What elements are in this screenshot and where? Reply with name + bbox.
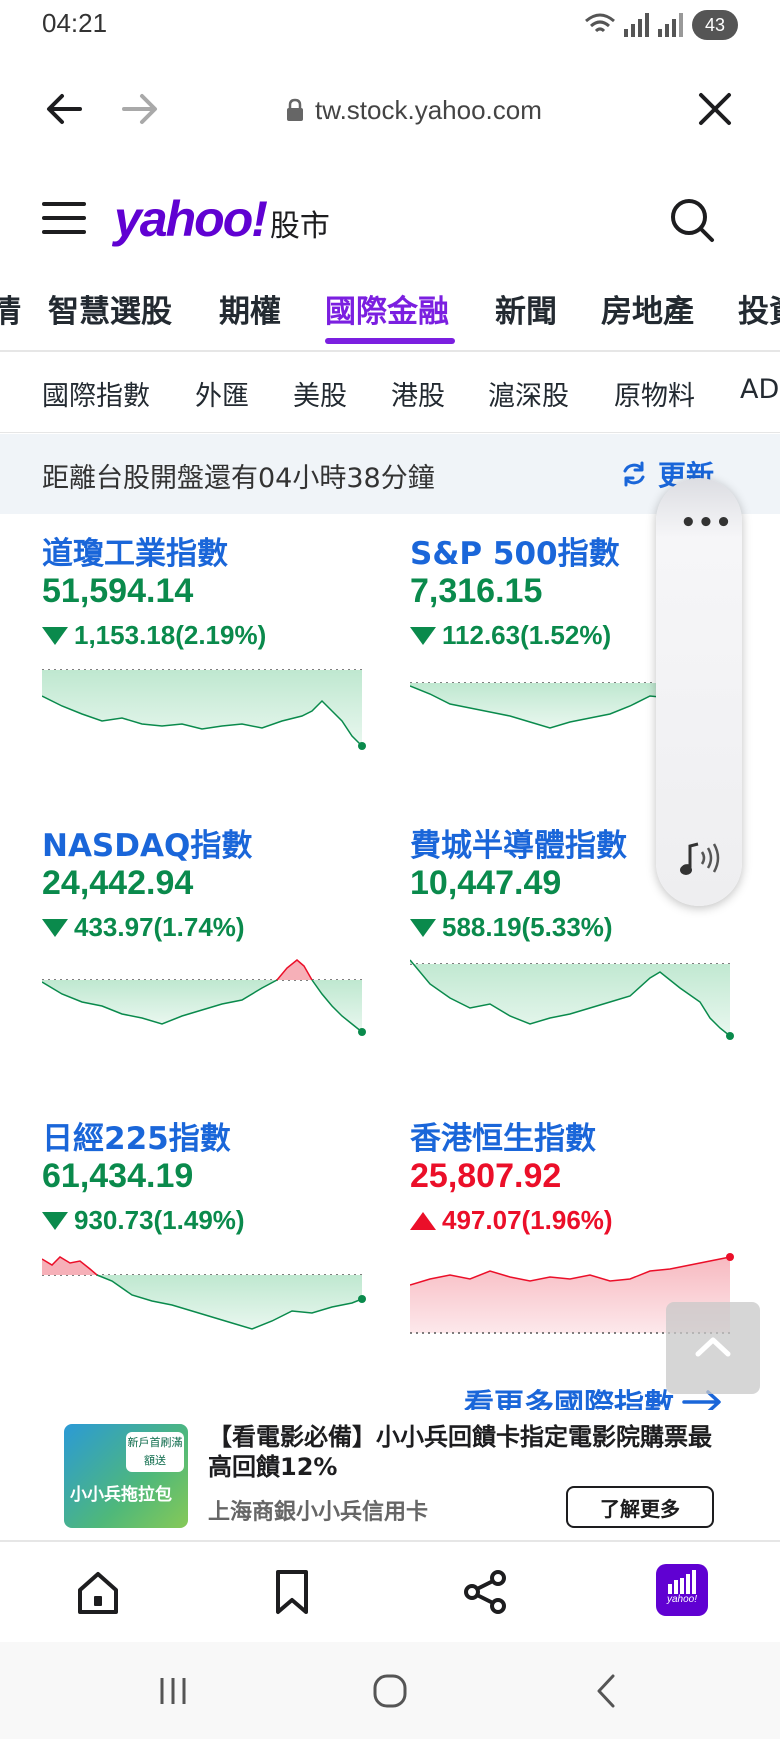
hamburger-icon[interactable] (42, 198, 86, 238)
close-icon[interactable] (690, 84, 740, 134)
tab-smart-picks[interactable]: 智慧選股 (48, 286, 172, 331)
tab-futures-options[interactable]: 期權 (219, 286, 281, 331)
index-name: 費城半導體指數 (410, 828, 627, 864)
search-icon[interactable] (668, 196, 716, 244)
subtab-intl-index[interactable]: 國際指數 (42, 374, 150, 413)
url-bar[interactable]: tw.stock.yahoo.com (285, 90, 542, 130)
index-change-text: 433.97(1.74%) (74, 912, 245, 942)
ad-learn-more-button[interactable]: 了解更多 (566, 1486, 714, 1528)
index-value: 61,434.19 (42, 1157, 194, 1195)
index-change: 1,153.18(2.19%) (42, 620, 266, 651)
index-change-text: 497.07(1.96%) (442, 1205, 613, 1235)
index-card-nikkei[interactable]: 日經225指數 61,434.19 930.73(1.49%) (42, 1113, 372, 1403)
sparkline-chart (42, 669, 366, 750)
down-triangle-icon (410, 626, 436, 645)
lock-icon (287, 98, 303, 121)
index-name: 道瓊工業指數 (42, 536, 228, 572)
bookmark-icon[interactable] (266, 1566, 318, 1618)
share-icon[interactable] (460, 1566, 512, 1618)
down-triangle-icon (410, 918, 436, 937)
signal-icon (624, 13, 649, 37)
index-name: 香港恒生指數 (410, 1121, 596, 1157)
logo-sub: 股市 (269, 209, 330, 244)
index-name: S&P 500指數 (410, 536, 620, 572)
status-time: 04:21 (42, 8, 108, 38)
subtab-us-stocks[interactable]: 美股 (293, 374, 347, 413)
index-card-dow[interactable]: 道瓊工業指數 51,594.14 1,153.18(2.19%) (42, 528, 372, 818)
system-navigation-bar (0, 1642, 780, 1739)
back-arrow-icon[interactable] (40, 84, 90, 134)
ad-thumbnail: 新戶首刷滿額送 小小兵拖拉包 (64, 1424, 188, 1528)
tab-partial-left[interactable]: 情 (0, 286, 21, 331)
active-tab-indicator (325, 338, 455, 344)
index-value: 7,316.15 (410, 572, 543, 610)
chevron-up-icon (695, 1337, 731, 1357)
more-options-icon[interactable]: ••• (680, 508, 733, 538)
index-change-text: 930.73(1.49%) (74, 1205, 245, 1235)
status-bar: 04:21 43 (0, 0, 780, 50)
index-change: 588.19(5.33%) (410, 912, 613, 943)
yahoo-app-icon[interactable]: yahoo! (656, 1564, 708, 1616)
subtab-adr[interactable]: AD (740, 374, 779, 405)
signal-icon-2 (658, 13, 683, 37)
sub-tabs: 國際指數 外匯 美股 港股 滬深股 原物料 AD (0, 352, 780, 432)
index-value: 24,442.94 (42, 864, 194, 902)
battery-indicator: 43 (692, 10, 738, 40)
notice-text: 距離台股開盤還有04小時38分鐘 (42, 463, 435, 494)
down-triangle-icon (42, 626, 68, 645)
index-value: 25,807.92 (410, 1157, 562, 1195)
site-header: yahoo! 股市 (0, 180, 780, 260)
index-change-text: 588.19(5.33%) (442, 912, 613, 942)
tab-investment[interactable]: 投資 (738, 286, 780, 331)
ad-title: 【看電影必備】小小兵回饋卡指定電影院購票最高回饋12% (208, 1423, 712, 1481)
index-change: 112.63(1.52%) (410, 620, 611, 651)
forward-arrow-icon[interactable] (114, 84, 164, 134)
scroll-to-top-button[interactable] (666, 1302, 760, 1394)
index-name: NASDAQ指數 (42, 828, 253, 864)
subtab-china-stocks[interactable]: 滬深股 (488, 374, 569, 413)
back-chevron-icon[interactable] (582, 1666, 632, 1716)
tab-news[interactable]: 新聞 (495, 286, 557, 331)
index-change-text: 112.63(1.52%) (442, 620, 612, 650)
browser-bar: tw.stock.yahoo.com (0, 60, 780, 158)
floating-media-panel[interactable]: ••• (656, 478, 742, 906)
sparkline-chart (42, 959, 366, 1036)
audio-icon[interactable] (676, 838, 724, 878)
index-card-nasdaq[interactable]: NASDAQ指數 24,442.94 433.97(1.74%) (42, 820, 372, 1110)
down-triangle-icon (42, 1211, 68, 1230)
browser-bottom-toolbar: yahoo! (0, 1540, 780, 1640)
ad-banner[interactable]: 新戶首刷滿額送 小小兵拖拉包 【看電影必備】小小兵回饋卡指定電影院購票最高回饋1… (0, 1410, 780, 1550)
tab-real-estate[interactable]: 房地產 (601, 286, 694, 331)
subtab-hk-stocks[interactable]: 港股 (391, 374, 445, 413)
ad-sponsor: 上海商銀小小兵信用卡 (208, 1500, 429, 1525)
sparkline-chart (410, 959, 734, 1040)
wifi-icon (585, 13, 615, 33)
index-change: 497.07(1.96%) (410, 1205, 613, 1236)
subtab-forex[interactable]: 外匯 (195, 374, 249, 413)
ad-thumb-text: 小小兵拖拉包 (70, 1485, 172, 1505)
main-tabs: 情 智慧選股 期權 國際金融 新聞 房地產 投資 (0, 278, 780, 352)
up-triangle-icon (410, 1211, 436, 1230)
index-change: 930.73(1.49%) (42, 1205, 245, 1236)
logo-yahoo: yahoo! (114, 191, 268, 247)
tab-international-finance[interactable]: 國際金融 (325, 286, 449, 331)
index-name: 日經225指數 (42, 1121, 231, 1157)
site-logo[interactable]: yahoo! 股市 (114, 190, 330, 248)
index-change-text: 1,153.18(2.19%) (74, 620, 267, 650)
recent-apps-icon[interactable] (148, 1666, 198, 1716)
index-change: 433.97(1.74%) (42, 912, 245, 943)
index-value: 51,594.14 (42, 572, 194, 610)
divider (0, 432, 780, 433)
url-text: tw.stock.yahoo.com (315, 94, 542, 125)
home-circle-icon[interactable] (365, 1666, 415, 1716)
status-icons: 43 (584, 10, 738, 40)
subtab-commodities[interactable]: 原物料 (614, 374, 695, 413)
refresh-icon (623, 461, 645, 487)
home-icon[interactable] (72, 1566, 124, 1618)
index-value: 10,447.49 (410, 864, 562, 902)
sparkline-chart (42, 1256, 366, 1330)
down-triangle-icon (42, 918, 68, 937)
ad-thumb-badge: 新戶首刷滿額送 (126, 1432, 184, 1472)
yahoo-app-label: yahoo! (666, 1594, 698, 1605)
